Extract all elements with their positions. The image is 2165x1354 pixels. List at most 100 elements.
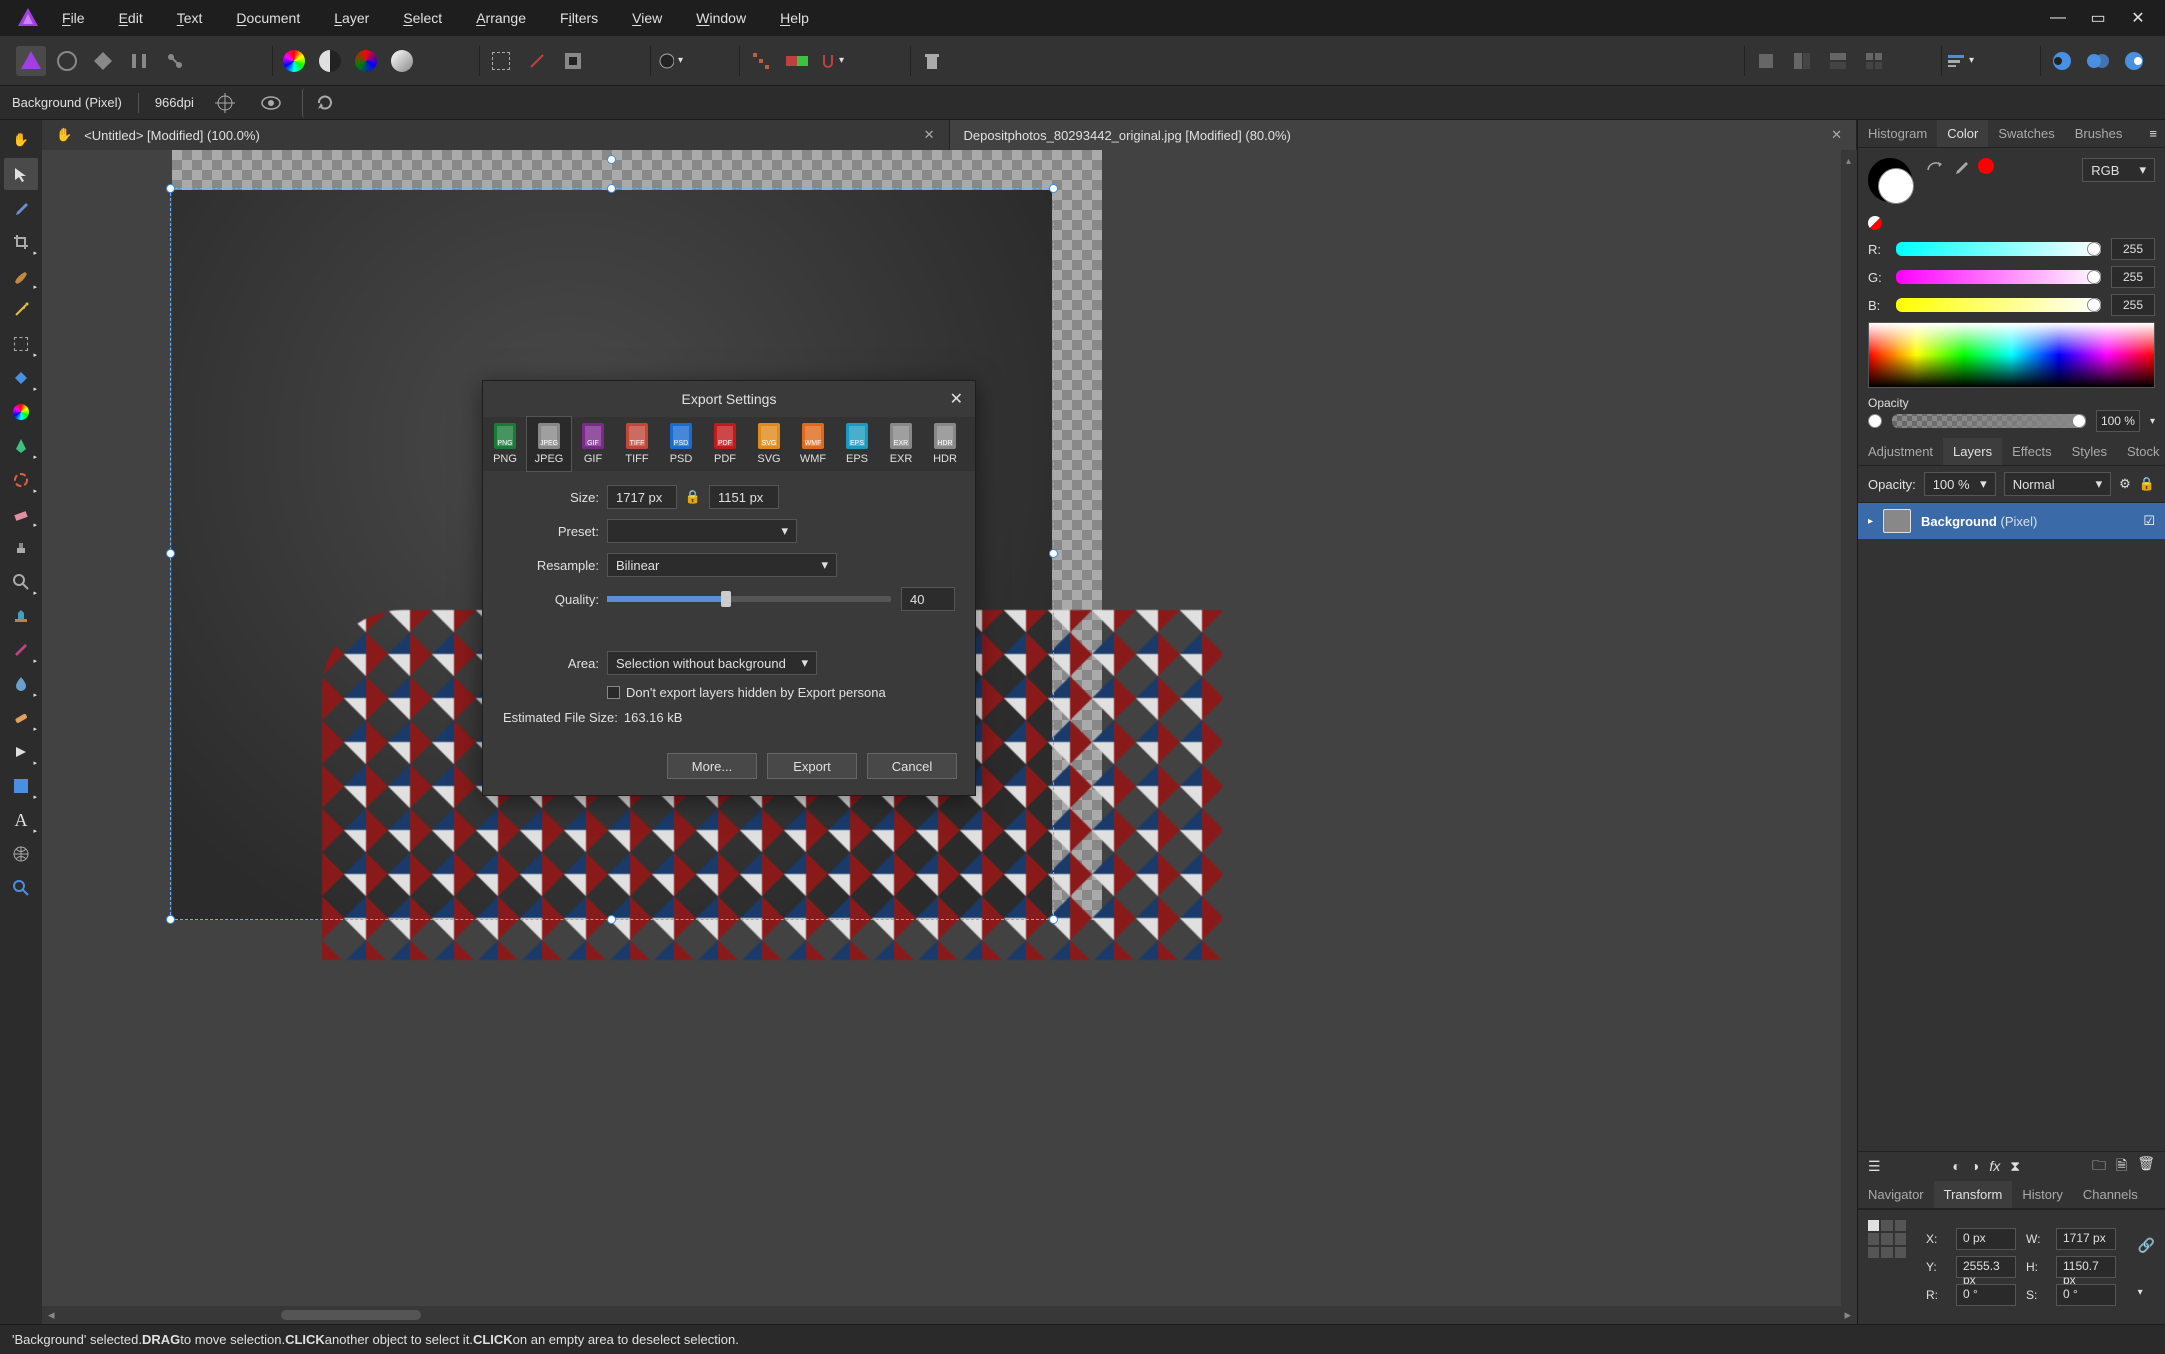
layer-expand-icon[interactable]: ▸ <box>1868 516 1873 527</box>
opacity-slider[interactable] <box>1892 414 2086 428</box>
tf-r-input[interactable]: 0 ° <box>1956 1284 2016 1306</box>
color-spectrum[interactable] <box>1868 322 2155 388</box>
format-svg[interactable]: SVGSVG <box>747 417 791 471</box>
quality-slider[interactable] <box>607 596 891 602</box>
persona-develop-icon[interactable] <box>88 46 118 76</box>
tab-color[interactable]: Color <box>1937 120 1988 147</box>
fill-tool-icon[interactable]: ▸ <box>4 362 38 394</box>
node-tool-icon[interactable]: ▸ <box>4 736 38 768</box>
text-tool-icon[interactable]: A▸ <box>4 804 38 836</box>
arrange-mode-dropdown[interactable]: ▾ <box>1948 46 1978 76</box>
tab-brushes[interactable]: Brushes <box>2065 120 2133 147</box>
clone-tool-icon[interactable] <box>4 532 38 564</box>
autocontrast-icon[interactable] <box>315 46 345 76</box>
opacity-value[interactable]: 100 % <box>2096 410 2140 432</box>
gear-icon[interactable]: ⚙ <box>2119 476 2131 492</box>
current-color-swatch[interactable] <box>1978 158 1994 174</box>
canvas-viewport[interactable]: ▴ Export Settings ✕ PNGPNGJPEGJPEGGIFGIF… <box>42 150 1857 1306</box>
tf-y-input[interactable]: 2555.3 px <box>1956 1256 2016 1278</box>
crop-tool-icon[interactable]: ▸ <box>4 226 38 258</box>
menu-file[interactable]: File <box>62 10 85 26</box>
dialog-close-icon[interactable]: ✕ <box>950 389 963 409</box>
lock-aspect-icon[interactable]: 🔒 <box>677 489 709 505</box>
format-exr[interactable]: EXREXR <box>879 417 923 471</box>
delete-layer-icon[interactable]: 🗑 <box>2137 1155 2155 1179</box>
selection-diagonal-icon[interactable] <box>522 46 552 76</box>
format-hdr[interactable]: HDRHDR <box>923 417 967 471</box>
close-icon[interactable]: ✕ <box>2123 5 2153 31</box>
menu-help[interactable]: Help <box>780 10 809 26</box>
tab-swatches[interactable]: Swatches <box>1988 120 2064 147</box>
fx-icon[interactable]: fx <box>1989 1158 2000 1175</box>
arrange-4-icon[interactable] <box>1859 46 1889 76</box>
format-gif[interactable]: GIFGIF <box>571 417 615 471</box>
tab-history[interactable]: History <box>2012 1181 2072 1208</box>
add-layer-icon[interactable]: 🗎 <box>2116 1155 2127 1179</box>
layers-list[interactable]: ▸ Background (Pixel) ☑ <box>1858 503 2165 1151</box>
persona-tone-icon[interactable] <box>124 46 154 76</box>
channel-value[interactable]: 255 <box>2111 238 2155 260</box>
move-tool-icon[interactable] <box>4 158 38 190</box>
hidden-layers-checkbox[interactable]: Don't export layers hidden by Export per… <box>607 685 886 700</box>
shape-tool-icon[interactable]: ▸ <box>4 770 38 802</box>
area-select[interactable]: Selection without background▾ <box>607 651 817 675</box>
tab-transform[interactable]: Transform <box>1934 1181 2013 1208</box>
tab-histogram[interactable]: Histogram <box>1858 120 1937 147</box>
blend-mode-select[interactable]: Normal▾ <box>2004 472 2111 496</box>
persona-export-icon[interactable] <box>160 46 190 76</box>
document-tab-2[interactable]: Depositphotos_80293442_original.jpg [Mod… <box>950 120 1858 150</box>
horizontal-scrollbar[interactable]: ◂ ▸ <box>42 1306 1857 1324</box>
gradient-tool-icon[interactable] <box>4 396 38 428</box>
erase-tool-icon[interactable]: ▸ <box>4 498 38 530</box>
mesh-tool-icon[interactable] <box>4 838 38 870</box>
snap-dropdown[interactable]: ▾ <box>818 46 848 76</box>
tab-navigator[interactable]: Navigator <box>1858 1181 1934 1208</box>
cancel-button[interactable]: Cancel <box>867 753 957 779</box>
format-jpeg[interactable]: JPEGJPEG <box>527 417 571 471</box>
tf-w-input[interactable]: 1717 px <box>2056 1228 2116 1250</box>
channel-slider[interactable] <box>1896 242 2101 256</box>
color-mode-select[interactable]: RGB▾ <box>2082 158 2155 182</box>
tf-caret-icon[interactable]: ▾ <box>2138 1287 2155 1298</box>
resample-select[interactable]: Bilinear▾ <box>607 553 837 577</box>
maximize-icon[interactable]: ▭ <box>2083 5 2113 31</box>
layer-row-background[interactable]: ▸ Background (Pixel) ☑ <box>1858 503 2165 539</box>
format-tiff[interactable]: TIFFTIFF <box>615 417 659 471</box>
document-tab-1[interactable]: ✋ <Untitled> [Modified] (100.0%) ✕ <box>42 120 950 150</box>
trash-icon[interactable] <box>917 46 947 76</box>
channel-value[interactable]: 255 <box>2111 266 2155 288</box>
refresh-icon[interactable] <box>302 88 332 118</box>
liquify-tool-icon[interactable] <box>4 600 38 632</box>
tf-s-input[interactable]: 0 ° <box>2056 1284 2116 1306</box>
menu-layer[interactable]: Layer <box>334 10 369 26</box>
channel-slider[interactable] <box>1896 270 2101 284</box>
selection-invert-icon[interactable] <box>558 46 588 76</box>
menu-document[interactable]: Document <box>236 10 300 26</box>
format-png[interactable]: PNGPNG <box>483 417 527 471</box>
opacity-caret-icon[interactable]: ▾ <box>2150 416 2155 427</box>
dialog-titlebar[interactable]: Export Settings ✕ <box>483 381 975 417</box>
zoom-tool-icon[interactable]: ▸ <box>4 566 38 598</box>
circle-left-icon[interactable] <box>2047 46 2077 76</box>
minimize-icon[interactable]: — <box>2043 5 2073 31</box>
swap-colors-icon[interactable] <box>1924 158 1944 178</box>
close-tab-1-icon[interactable]: ✕ <box>924 127 935 143</box>
layer-visible-checkbox[interactable]: ☑ <box>2143 513 2155 529</box>
eyedropper-panel-icon[interactable] <box>1952 158 1970 176</box>
persona-liquify-icon[interactable] <box>52 46 82 76</box>
persona-photo-icon[interactable] <box>16 46 46 76</box>
more-button[interactable]: More... <box>667 753 757 779</box>
ruler-icon[interactable] <box>782 46 812 76</box>
target-icon[interactable] <box>210 88 240 118</box>
close-tab-2-icon[interactable]: ✕ <box>1831 127 1842 143</box>
link-wh-icon[interactable]: 🔗 <box>2138 1237 2155 1254</box>
autowhite-icon[interactable] <box>387 46 417 76</box>
brush-tool-icon[interactable]: ▸ <box>4 260 38 292</box>
lock-icon[interactable]: 🔒 <box>2139 476 2155 492</box>
menu-text[interactable]: Text <box>177 10 203 26</box>
export-height-input[interactable] <box>709 485 779 509</box>
arrange-2-icon[interactable] <box>1787 46 1817 76</box>
menu-filters[interactable]: Filters <box>560 10 598 26</box>
menu-view[interactable]: View <box>632 10 662 26</box>
arrange-1-icon[interactable] <box>1751 46 1781 76</box>
